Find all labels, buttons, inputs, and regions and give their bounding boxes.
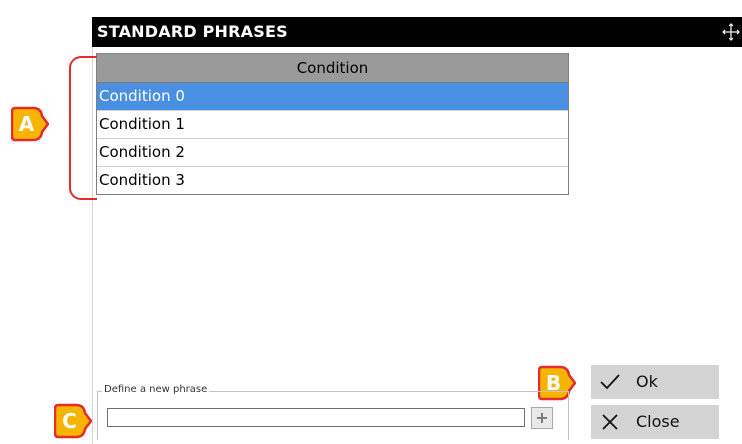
ok-button-label: Ok: [636, 372, 658, 391]
plus-icon: +: [535, 408, 549, 427]
close-button-label: Close: [636, 412, 680, 431]
add-phrase-button[interactable]: +: [531, 407, 553, 429]
annotation-bracket-a: [69, 56, 97, 200]
grid-row[interactable]: Condition 3: [97, 167, 568, 194]
grid-row[interactable]: Condition 2: [97, 139, 568, 167]
phrases-grid: Condition Condition 0 Condition 1 Condit…: [96, 53, 569, 195]
grid-row[interactable]: Condition 1: [97, 111, 568, 139]
dialog-titlebar[interactable]: STANDARD PHRASES: [92, 17, 742, 47]
grid-column-header[interactable]: Condition: [97, 53, 568, 83]
dialog-title: STANDARD PHRASES: [97, 22, 288, 41]
close-icon: [599, 412, 621, 432]
annotation-marker-a-label: A: [18, 112, 35, 136]
ok-button[interactable]: Ok: [591, 365, 719, 399]
annotation-marker-c: C: [54, 403, 92, 439]
checkmark-icon: [599, 372, 621, 392]
annotation-marker-a: A: [11, 106, 49, 142]
define-phrase-legend: Define a new phrase: [102, 384, 210, 395]
close-button[interactable]: Close: [591, 405, 719, 439]
move-arrows-icon[interactable]: [722, 23, 740, 41]
new-phrase-input[interactable]: [107, 408, 525, 427]
grid-row[interactable]: Condition 0: [97, 83, 568, 111]
annotation-marker-c-label: C: [62, 409, 77, 433]
define-phrase-groupbox: Define a new phrase +: [97, 384, 569, 440]
